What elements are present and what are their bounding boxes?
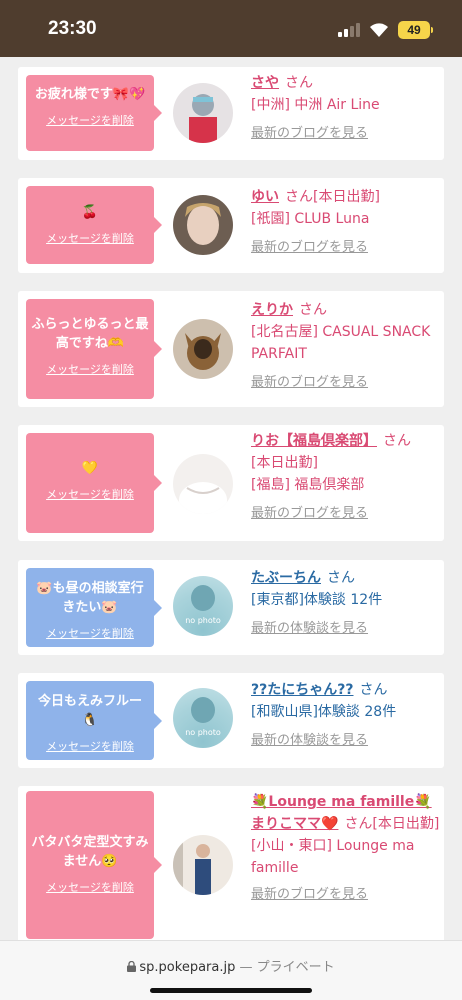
profile-info: ??たにちゃん?? さん [和歌山県]体験談 28件 最新の体験談を見る — [251, 679, 441, 752]
message-text: ふらっとゆるっと最高ですね🫶 — [31, 317, 149, 351]
honorific: さん — [327, 570, 355, 586]
message-text: 🍒 — [81, 205, 99, 220]
browser-bottom-bar: sp.pokepara.jp — プライベート — [0, 940, 462, 1000]
delete-message-link[interactable]: メッセージを削除 — [30, 111, 150, 130]
url-text: sp.pokepara.jp — [139, 960, 236, 975]
message-text: 🐷も昼の相談室行きたい🐷 — [36, 581, 144, 615]
wifi-icon — [370, 23, 388, 37]
shop-detail: [北名古屋] CASUAL SNACK PARFAIT — [251, 324, 431, 362]
honorific: さん[本日出勤] — [344, 816, 440, 832]
profile-name-link[interactable]: ??たにちゃん?? — [251, 682, 353, 698]
message-card: ふらっとゆるっと最高ですね🫶 メッセージを削除 えりか さん [北名古屋] CAS… — [18, 291, 444, 407]
shop-detail: [福島] 福島倶楽部 — [251, 477, 365, 493]
shop-detail: [小山・東口] Lounge ma famille — [251, 838, 415, 876]
message-card: 今日もえみフルー🐧 メッセージを削除 ??たにちゃん?? さん [和歌山県]体験談… — [18, 673, 444, 768]
lock-icon — [127, 960, 137, 972]
battery-icon: 49 — [398, 21, 430, 39]
latest-blog-link[interactable]: 最新のブログを見る — [251, 123, 441, 145]
message-text: バタバタ定型文すみません🥺 — [31, 835, 149, 869]
delete-message-link[interactable]: メッセージを削除 — [30, 229, 150, 248]
honorific: さん[本日出勤] — [285, 189, 380, 205]
message-bubble: ふらっとゆるっと最高ですね🫶 メッセージを削除 — [26, 299, 162, 399]
latest-blog-link[interactable]: 最新のブログを見る — [251, 884, 441, 906]
avatar[interactable] — [173, 195, 233, 255]
profile-info: たぶーちん さん [東京都]体験談 12件 最新の体験談を見る — [251, 567, 441, 640]
no-photo-avatar[interactable] — [173, 576, 233, 636]
profile-info: 💐Lounge ma famille💐まりこママ❤️ さん[本日出勤] [小山・東… — [251, 791, 441, 906]
cellular-signal-icon — [338, 23, 362, 37]
delete-message-link[interactable]: メッセージを削除 — [30, 878, 150, 897]
delete-message-link[interactable]: メッセージを削除 — [30, 624, 150, 643]
message-bubble: お疲れ様です🎀💖 メッセージを削除 — [26, 75, 162, 151]
profile-name-link[interactable]: さや — [251, 75, 279, 91]
review-count: [東京都]体験談 12件 — [251, 592, 383, 608]
delete-message-link[interactable]: メッセージを削除 — [30, 737, 150, 756]
profile-name-link[interactable]: えりか — [251, 302, 293, 318]
avatar[interactable] — [173, 454, 233, 514]
battery-level: 49 — [407, 23, 421, 37]
delete-message-link[interactable]: メッセージを削除 — [30, 485, 150, 504]
status-bar: 23:30 49 — [0, 0, 462, 57]
avatar[interactable] — [173, 83, 233, 143]
shop-detail: [祇園] CLUB Luna — [251, 211, 370, 227]
home-indicator[interactable] — [150, 988, 312, 993]
private-label: — プライベート — [235, 960, 335, 975]
profile-name-link[interactable]: りお【福島倶楽部】 — [251, 433, 377, 449]
address-bar[interactable]: sp.pokepara.jp — プライベート — [0, 956, 462, 975]
no-photo-avatar[interactable] — [173, 688, 233, 748]
message-text: 💛 — [81, 461, 99, 476]
shop-detail: [本日出勤] — [251, 455, 318, 471]
honorific: さん — [299, 302, 327, 318]
latest-review-link[interactable]: 最新の体験談を見る — [251, 730, 441, 752]
battery-tip — [431, 27, 433, 33]
profile-info: えりか さん [北名古屋] CASUAL SNACK PARFAIT 最新のブログ… — [251, 299, 441, 394]
profile-name-link[interactable]: ゆい — [251, 189, 279, 205]
status-time: 23:30 — [48, 18, 97, 39]
latest-blog-link[interactable]: 最新のブログを見る — [251, 372, 441, 394]
profile-info: ゆい さん[本日出勤] [祇園] CLUB Luna 最新のブログを見る — [251, 186, 441, 259]
latest-review-link[interactable]: 最新の体験談を見る — [251, 618, 441, 640]
message-bubble: 🍒 メッセージを削除 — [26, 186, 162, 264]
honorific: さん — [383, 433, 411, 449]
latest-blog-link[interactable]: 最新のブログを見る — [251, 503, 441, 525]
shop-detail: [中洲] 中洲 Air Line — [251, 97, 380, 113]
latest-blog-link[interactable]: 最新のブログを見る — [251, 237, 441, 259]
message-text: 今日もえみフルー🐧 — [37, 694, 142, 728]
message-card: 🍒 メッセージを削除 ゆい さん[本日出勤] [祇園] CLUB Luna 最新の… — [18, 178, 444, 273]
message-bubble: バタバタ定型文すみません🥺 メッセージを削除 — [26, 791, 162, 939]
message-card: 💛 メッセージを削除 りお【福島倶楽部】 さん [本日出勤] [福島] 福島倶楽部… — [18, 425, 444, 541]
profile-info: りお【福島倶楽部】 さん [本日出勤] [福島] 福島倶楽部 最新のブログを見る — [251, 430, 441, 525]
delete-message-link[interactable]: メッセージを削除 — [30, 360, 150, 379]
profile-name-link[interactable]: たぶーちん — [251, 570, 321, 586]
honorific: さん — [359, 682, 388, 698]
message-card: お疲れ様です🎀💖 メッセージを削除 さや さん [中洲] 中洲 Air Line … — [18, 67, 444, 160]
avatar[interactable] — [173, 319, 233, 379]
message-text: お疲れ様です🎀💖 — [34, 87, 146, 102]
honorific: さん — [285, 75, 313, 91]
message-bubble: 🐷も昼の相談室行きたい🐷 メッセージを削除 — [26, 568, 162, 647]
profile-info: さや さん [中洲] 中洲 Air Line 最新のブログを見る — [251, 72, 441, 145]
avatar[interactable] — [173, 835, 233, 895]
message-bubble: 💛 メッセージを削除 — [26, 433, 162, 533]
message-card: バタバタ定型文すみません🥺 メッセージを削除 💐Lounge ma famill… — [18, 786, 444, 946]
review-count: [和歌山県]体験談 28件 — [251, 704, 397, 720]
message-bubble: 今日もえみフルー🐧 メッセージを削除 — [26, 681, 162, 760]
message-card: 🐷も昼の相談室行きたい🐷 メッセージを削除 たぶーちんさん [東京都]体験談 1… — [18, 560, 444, 655]
